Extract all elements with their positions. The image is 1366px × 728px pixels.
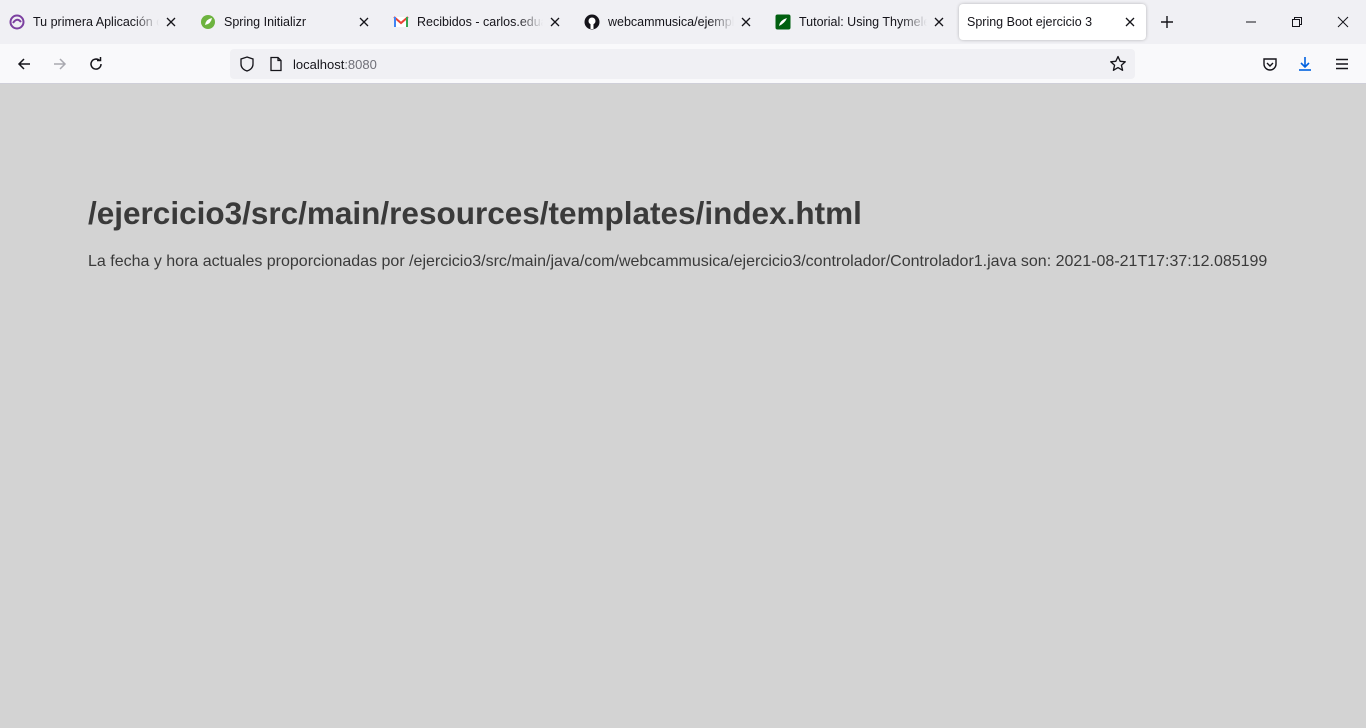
datetime-paragraph: La fecha y hora actuales proporcionadas …	[88, 253, 1268, 270]
close-tab-icon[interactable]	[356, 14, 372, 30]
tab-recibidos-gmail[interactable]: Recibidos - carlos.eduardo	[393, 4, 563, 40]
restore-button[interactable]	[1274, 0, 1320, 44]
menu-icon	[1336, 58, 1348, 70]
reload-icon	[90, 57, 102, 70]
close-tab-icon[interactable]	[738, 14, 754, 30]
pocket-icon	[1263, 58, 1277, 71]
app-menu-button[interactable]	[1330, 52, 1354, 76]
restore-icon	[1292, 17, 1302, 27]
tab-thymeleaf-tutorial[interactable]: Tutorial: Using Thymeleaf	[775, 4, 947, 40]
close-icon	[1337, 16, 1349, 28]
url-host: localhost	[293, 57, 345, 72]
back-button[interactable]	[12, 52, 36, 76]
tab-strip: Tu primera Aplicación con Spring Initial…	[0, 0, 1366, 44]
close-tab-icon[interactable]	[163, 14, 179, 30]
window-close-button[interactable]	[1320, 0, 1366, 44]
tab-spring-initializr[interactable]: Spring Initializr	[200, 4, 372, 40]
forward-button[interactable]	[48, 52, 72, 76]
tab-title: Recibidos - carlos.eduardo	[417, 15, 543, 29]
close-tab-icon[interactable]	[931, 14, 947, 30]
url-text[interactable]: localhost:8080	[293, 57, 377, 72]
pocket-button[interactable]	[1258, 52, 1282, 76]
page-content: /ejercicio3/src/main/resources/templates…	[0, 85, 1366, 728]
page-heading: /ejercicio3/src/main/resources/templates…	[88, 195, 862, 231]
purple-swirl-icon	[9, 14, 25, 30]
gmail-icon	[393, 14, 409, 30]
bookmark-star-icon[interactable]	[1109, 55, 1127, 73]
tab-title: Tu primera Aplicación con	[33, 15, 159, 29]
page-icon[interactable]	[268, 56, 284, 72]
tab-spring-boot-ejercicio-3[interactable]: Spring Boot ejercicio 3	[959, 4, 1146, 40]
minimize-icon	[1246, 21, 1256, 23]
spring-leaf-icon	[200, 14, 216, 30]
back-icon	[17, 58, 30, 70]
thymeleaf-icon	[775, 14, 791, 30]
close-tab-icon[interactable]	[1122, 14, 1138, 30]
download-icon	[1299, 57, 1311, 71]
tab-title: Tutorial: Using Thymeleaf	[799, 15, 927, 29]
forward-icon	[54, 58, 67, 70]
github-icon	[584, 14, 600, 30]
new-tab-button[interactable]	[1158, 13, 1176, 31]
navigation-toolbar: localhost:8080	[0, 44, 1366, 84]
tab-tu-primera-aplicacion[interactable]: Tu primera Aplicación con	[9, 4, 179, 40]
reload-button[interactable]	[84, 52, 108, 76]
tab-webcammusica-github[interactable]: webcammusica/ejemplo-	[584, 4, 754, 40]
minimize-button[interactable]	[1228, 0, 1274, 44]
close-tab-icon[interactable]	[547, 14, 563, 30]
tab-title: webcammusica/ejemplo-	[608, 15, 734, 29]
url-port: :8080	[344, 57, 377, 72]
tab-title: Spring Boot ejercicio 3	[967, 15, 1093, 29]
tab-title: Spring Initializr	[224, 15, 306, 29]
plus-icon	[1161, 16, 1173, 28]
address-bar[interactable]: localhost:8080	[230, 49, 1135, 79]
shield-icon[interactable]	[239, 56, 255, 72]
downloads-button[interactable]	[1293, 52, 1317, 76]
